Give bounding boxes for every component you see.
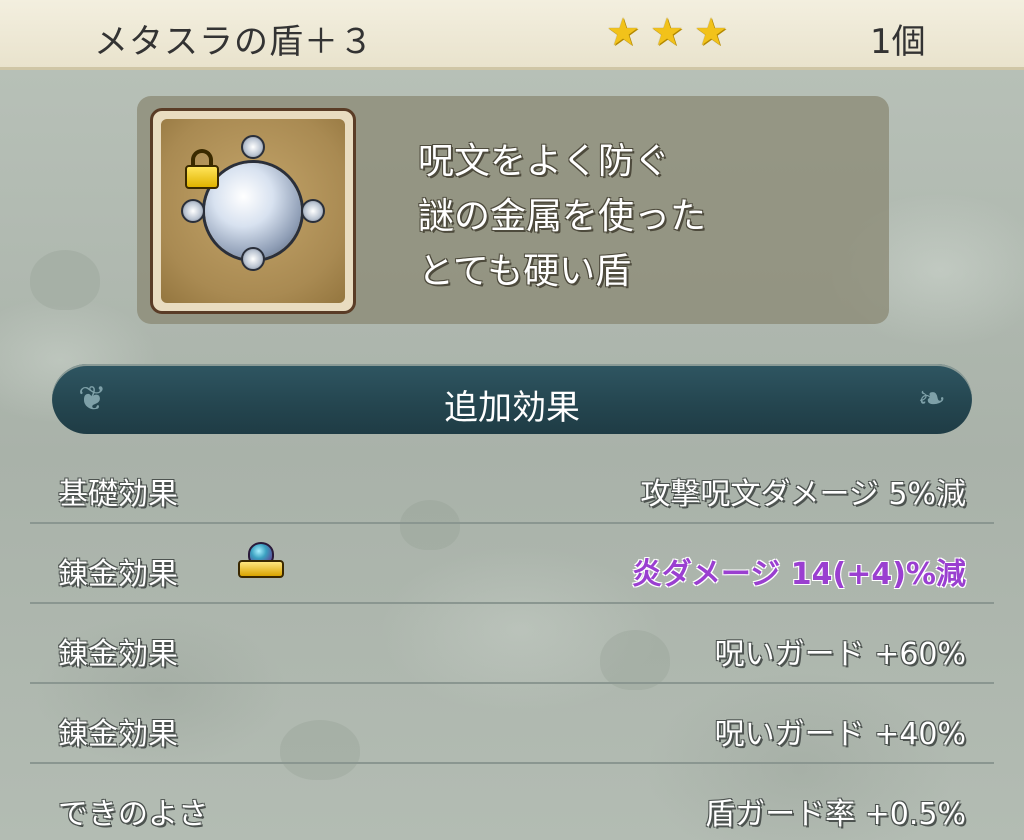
- item-icon-frame[interactable]: [150, 108, 356, 314]
- effect-label: 錬金効果: [58, 557, 178, 592]
- effect-value: 攻撃呪文ダメージ 5%減: [640, 477, 966, 512]
- shield-spike: [241, 135, 265, 159]
- item-header: メタスラの盾＋３ ★ ★ ★ 1個: [0, 0, 1024, 70]
- star-icon: ★: [694, 10, 729, 54]
- section-title: 追加効果: [444, 388, 580, 428]
- effect-label: 基礎効果: [58, 477, 178, 512]
- metal-slime-shield-icon: [161, 119, 345, 303]
- effect-row: 錬金効果 炎ダメージ 14(+4)%減: [30, 524, 994, 604]
- description-line: とても硬い盾: [418, 251, 632, 292]
- rarity-stars: ★ ★ ★: [606, 10, 730, 54]
- additional-effects-bar: ❦ 追加効果 ❧: [52, 364, 972, 434]
- item-name: メタスラの盾＋３: [94, 22, 374, 62]
- effect-row: できのよさ 盾ガード率 +0.5%: [30, 764, 994, 840]
- effect-value: 盾ガード率 +0.5%: [705, 797, 966, 832]
- effect-row: 基礎効果 攻撃呪文ダメージ 5%減: [30, 444, 994, 524]
- crown-icon: [236, 542, 286, 582]
- shield-spike: [301, 199, 325, 223]
- effect-value: 呪いガード +40%: [714, 717, 966, 752]
- effect-value: 呪いガード +60%: [714, 637, 966, 672]
- effect-row: 錬金効果 呪いガード +60%: [30, 604, 994, 684]
- item-quantity: 1個: [870, 22, 926, 62]
- description-line: 呪文をよく防ぐ: [418, 141, 671, 182]
- flourish-right-icon: ❧: [917, 379, 947, 419]
- effect-label: 錬金効果: [58, 717, 178, 752]
- item-description: 呪文をよく防ぐ 謎の金属を使った とても硬い盾: [418, 134, 858, 299]
- effect-label: できのよさ: [58, 797, 208, 832]
- description-line: 謎の金属を使った: [418, 196, 707, 237]
- shield-spike: [241, 247, 265, 271]
- shield-spike: [181, 199, 205, 223]
- slime-watermark: [30, 250, 100, 310]
- star-icon: ★: [606, 10, 641, 54]
- effect-label: 錬金効果: [58, 637, 178, 672]
- effect-value-highlight: 炎ダメージ 14(+4)%減: [631, 557, 966, 592]
- shield-orb: [205, 163, 301, 259]
- effect-row: 錬金効果 呪いガード +40%: [30, 684, 994, 764]
- star-icon: ★: [650, 10, 685, 54]
- lock-icon[interactable]: [185, 149, 219, 189]
